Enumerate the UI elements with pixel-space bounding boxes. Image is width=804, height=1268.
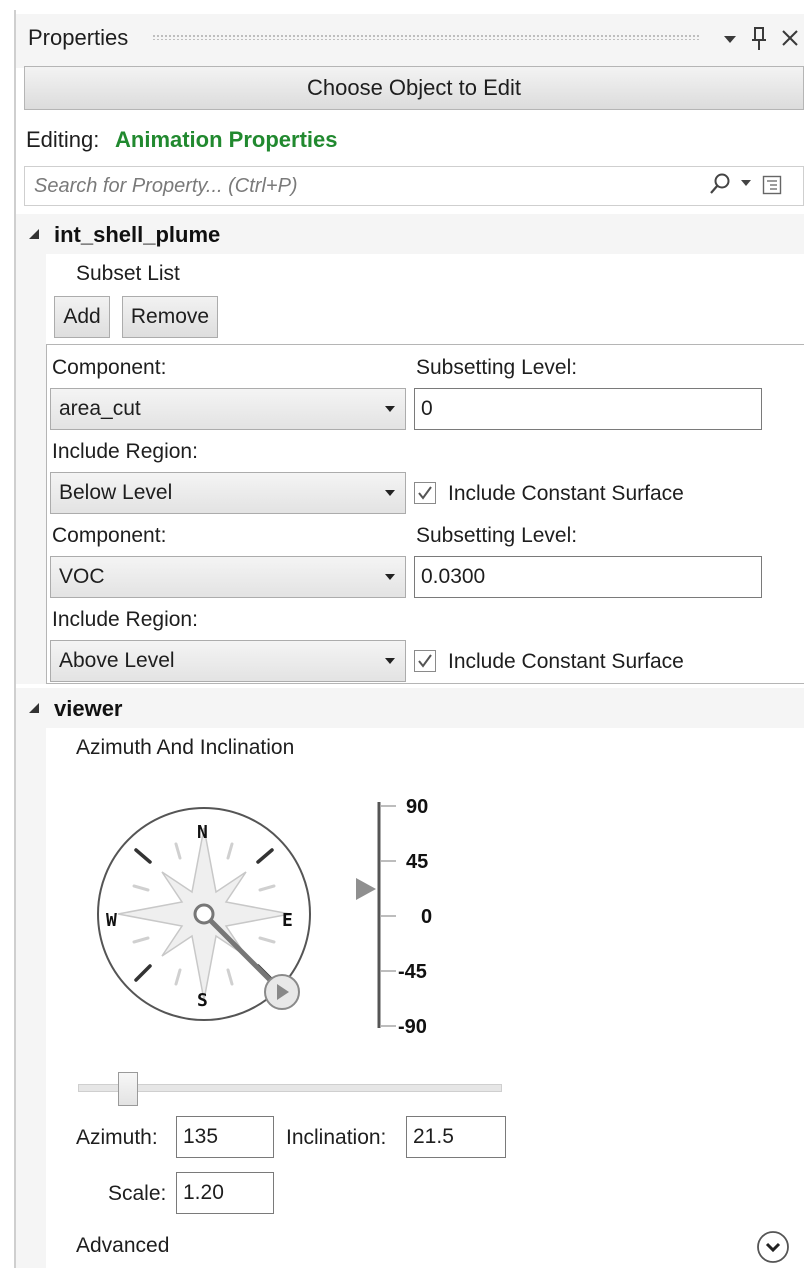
checkmark-icon xyxy=(418,486,432,500)
component-label: Component: xyxy=(52,356,167,379)
panel-title-bar xyxy=(16,14,804,68)
pin-icon[interactable] xyxy=(750,24,768,59)
compass-south-label: S xyxy=(197,990,208,1011)
scale-input[interactable]: 1.20 xyxy=(176,1172,274,1214)
inclination-input[interactable]: 21.5 xyxy=(406,1116,506,1158)
include-constant-surface-checkbox[interactable] xyxy=(414,482,436,504)
close-icon[interactable] xyxy=(780,24,800,59)
azimuth-inclination-label: Azimuth And Inclination xyxy=(76,736,295,759)
azimuth-input[interactable]: 135 xyxy=(176,1116,274,1158)
component-label: Component: xyxy=(52,524,167,547)
scale-label: Scale: xyxy=(108,1182,167,1205)
subsetting-level-input[interactable]: 0.0300 xyxy=(414,556,762,598)
checkmark-icon xyxy=(418,654,432,668)
dropdown-icon[interactable] xyxy=(722,24,738,59)
title-grip[interactable] xyxy=(152,34,700,40)
inclination-label: Inclination: xyxy=(286,1126,387,1149)
inclination-scale[interactable]: 90 45 0 -45 -90 xyxy=(354,790,444,1040)
include-region-select[interactable]: Above Level xyxy=(50,640,406,682)
inclination-pointer[interactable] xyxy=(356,878,376,900)
editing-object-name: Animation Properties xyxy=(115,127,338,152)
include-region-select-value: Above Level xyxy=(59,649,175,672)
component-select-value: area_cut xyxy=(59,397,141,420)
section-title-viewer: viewer xyxy=(54,696,123,721)
section-indent xyxy=(16,254,46,684)
include-constant-surface-label: Include Constant Surface xyxy=(448,650,684,673)
component-select-value: VOC xyxy=(59,565,105,588)
subsetting-level-label: Subsetting Level: xyxy=(416,524,578,547)
inclination-tick-label: 0 xyxy=(421,906,432,928)
inclination-tick-label: -45 xyxy=(398,961,427,983)
search-icon[interactable] xyxy=(708,172,732,196)
remove-subset-button[interactable]: Remove xyxy=(122,296,218,338)
subsetting-level-input[interactable]: 0 xyxy=(414,388,762,430)
scale-slider-thumb[interactable] xyxy=(118,1072,138,1106)
compass-east-label: E xyxy=(282,910,293,931)
include-region-label: Include Region: xyxy=(52,608,198,631)
include-region-select[interactable]: Below Level xyxy=(50,472,406,514)
search-options-dropdown-icon[interactable] xyxy=(739,176,753,190)
inclination-tick-label: 90 xyxy=(406,796,428,818)
chevron-down-icon[interactable] xyxy=(384,488,396,498)
azimuth-compass[interactable]: N S E W xyxy=(96,800,318,1026)
advanced-label: Advanced xyxy=(76,1234,170,1257)
search-placeholder: Search for Property... (Ctrl+P) xyxy=(34,175,298,197)
chevron-down-icon[interactable] xyxy=(384,572,396,582)
choose-object-button[interactable]: Choose Object to Edit xyxy=(24,66,804,110)
include-constant-surface-label: Include Constant Surface xyxy=(448,482,684,505)
section-header-viewer[interactable] xyxy=(16,688,804,728)
expand-advanced-icon[interactable] xyxy=(756,1230,790,1264)
subset-list-label: Subset List xyxy=(76,262,180,285)
component-select[interactable]: area_cut xyxy=(50,388,406,430)
add-subset-button[interactable]: Add xyxy=(54,296,110,338)
include-region-select-value: Below Level xyxy=(59,481,173,504)
scale-slider-track[interactable] xyxy=(78,1084,502,1092)
component-select[interactable]: VOC xyxy=(50,556,406,598)
collapse-triangle-icon[interactable] xyxy=(28,228,40,240)
inclination-tick-label: -90 xyxy=(398,1016,427,1038)
section-title-plume: int_shell_plume xyxy=(54,222,221,247)
compass-north-label: N xyxy=(197,822,208,843)
subsetting-level-label: Subsetting Level: xyxy=(416,356,578,379)
compass-west-label: W xyxy=(106,910,117,931)
inclination-tick-label: 45 xyxy=(406,851,428,873)
compass-center xyxy=(193,903,215,925)
chevron-down-icon[interactable] xyxy=(384,404,396,414)
panel-title: Properties xyxy=(28,25,129,50)
list-view-icon[interactable] xyxy=(762,175,782,195)
section-indent xyxy=(16,728,46,1268)
azimuth-label: Azimuth: xyxy=(76,1126,158,1149)
editing-label: Editing: xyxy=(26,127,100,152)
inclination-ticks xyxy=(381,805,396,1027)
include-region-label: Include Region: xyxy=(52,440,198,463)
collapse-triangle-icon[interactable] xyxy=(28,702,40,714)
chevron-down-icon[interactable] xyxy=(384,656,396,666)
include-constant-surface-checkbox[interactable] xyxy=(414,650,436,672)
